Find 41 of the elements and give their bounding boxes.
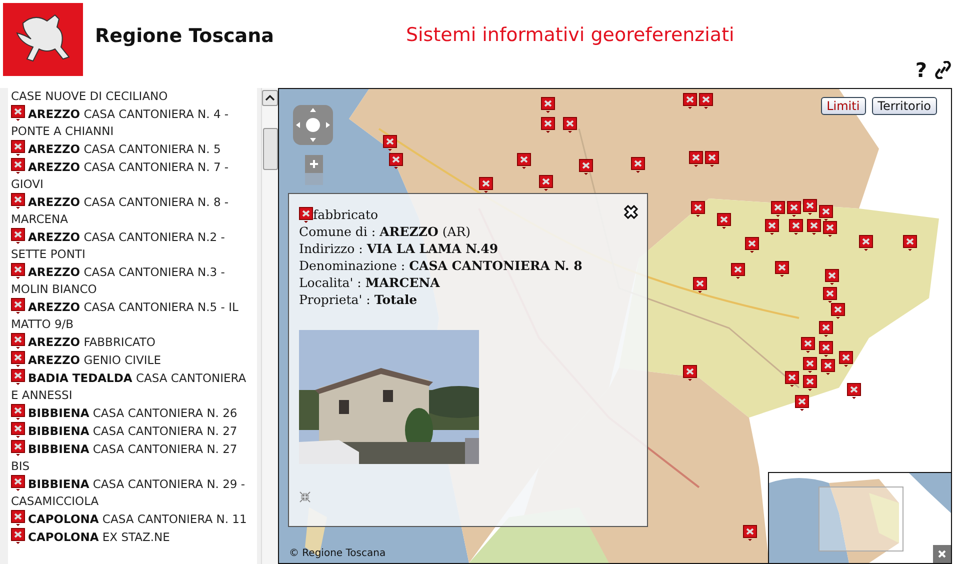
marker-icon bbox=[11, 140, 25, 156]
scroll-thumb[interactable] bbox=[262, 128, 278, 170]
list-item[interactable]: AREZZO CASA CANTONIERA N.2 - SETTE PONTI bbox=[11, 228, 255, 263]
marker-icon bbox=[11, 105, 25, 121]
marker-icon bbox=[11, 228, 25, 244]
scrollbar[interactable] bbox=[261, 88, 278, 564]
list-item[interactable]: AREZZO CASA CANTONIERA N.5 - IL MATTO 9/B bbox=[11, 298, 255, 333]
marker-icon bbox=[11, 333, 25, 349]
caret-icon bbox=[265, 95, 275, 101]
list-item[interactable]: CASE NUOVE DI CECILIANO bbox=[11, 88, 255, 105]
site-title: Regione Toscana bbox=[95, 25, 274, 47]
list-item[interactable]: AREZZO CASA CANTONIERA N.3 - MOLIN BIANCO bbox=[11, 263, 255, 298]
marker-icon bbox=[11, 369, 25, 385]
marker-icon bbox=[11, 404, 25, 420]
list-item[interactable]: BIBBIENA CASA CANTONIERA N. 26 bbox=[11, 404, 255, 422]
marker-icon bbox=[11, 440, 25, 456]
marker-icon bbox=[11, 510, 25, 526]
list-item[interactable]: BIBBIENA CASA CANTONIERA N. 29 - CASAMICCIOLA bbox=[11, 475, 255, 510]
marker-icon bbox=[11, 528, 25, 544]
marker-icon bbox=[11, 298, 25, 314]
marker-icon bbox=[11, 193, 25, 209]
list-item[interactable]: CAPOLONA EX STAZ.NE bbox=[11, 528, 255, 546]
list-item[interactable]: AREZZO CASA CANTONIERA N. 7 - GIOVI bbox=[11, 158, 255, 193]
list-item[interactable]: BADIA TEDALDA CASA CANTONIERA E ANNESSI bbox=[11, 369, 255, 404]
marker-icon bbox=[11, 475, 25, 491]
list-item[interactable]: BIBBIENA CASA CANTONIERA N. 27 BIS bbox=[11, 440, 255, 475]
list-item[interactable]: BIBBIENA CASA CANTONIERA N. 27 bbox=[11, 422, 255, 440]
list-item[interactable]: AREZZO GENIO CIVILE bbox=[11, 351, 255, 369]
list-item[interactable]: AREZZO FABBRICATO bbox=[11, 333, 255, 351]
list-item[interactable]: AREZZO CASA CANTONIERA N. 4 - PONTE A CHIANNI bbox=[11, 105, 255, 140]
marker-icon bbox=[11, 422, 25, 438]
list-item[interactable]: CAPOLONA CASA CANTONIERA N. 11 bbox=[11, 510, 255, 528]
link-icon[interactable] bbox=[935, 61, 951, 79]
help-button[interactable]: ? bbox=[915, 58, 927, 82]
marker-icon bbox=[11, 263, 25, 279]
marker-icon bbox=[11, 158, 25, 174]
app-subtitle: Sistemi informativi georeferenziati bbox=[406, 24, 734, 46]
list-item[interactable]: AREZZO CASA CANTONIERA N. 8 - MARCENA bbox=[11, 193, 255, 228]
list-item[interactable]: AREZZO CASA CANTONIERA N. 5 bbox=[11, 140, 255, 158]
marker-icon bbox=[11, 351, 25, 367]
scroll-up-button[interactable] bbox=[262, 90, 278, 106]
